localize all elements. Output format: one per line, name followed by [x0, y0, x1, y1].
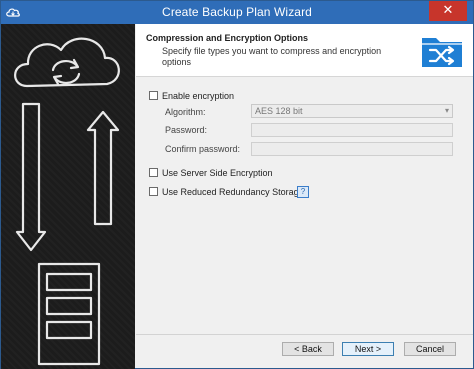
algorithm-label: Algorithm: [165, 107, 206, 117]
reduced-redundancy-row[interactable]: Use Reduced Redundancy Storage [149, 186, 304, 197]
close-button[interactable]: ✕ [429, 1, 467, 21]
back-button[interactable]: < Back [282, 342, 334, 356]
reduced-redundancy-checkbox[interactable] [149, 187, 158, 197]
password-label: Password: [165, 125, 208, 135]
enable-encryption-label: Enable encryption [162, 90, 235, 101]
window-title: Create Backup Plan Wizard [162, 5, 312, 19]
folder-shuffle-icon [422, 38, 462, 67]
page-title: Compression and Encryption Options [146, 33, 309, 43]
close-icon: ✕ [442, 3, 454, 18]
enable-encryption-row[interactable]: Enable encryption [149, 90, 234, 101]
confirm-password-label: Confirm password: [165, 144, 241, 154]
server-side-encryption-row[interactable]: Use Server Side Encryption [149, 167, 273, 178]
cancel-button[interactable]: Cancel [404, 342, 456, 356]
wizard-side-illustration [1, 24, 135, 369]
footer-divider [136, 334, 473, 335]
password-field[interactable] [251, 123, 453, 137]
algorithm-select[interactable]: AES 128 bit ▾ [251, 104, 453, 118]
help-icon[interactable]: ? [297, 186, 309, 198]
server-side-encryption-checkbox[interactable] [149, 168, 158, 178]
confirm-password-field[interactable] [251, 142, 453, 156]
next-button[interactable]: Next > [342, 342, 394, 356]
wizard-window: Create Backup Plan Wizard ✕ Compression … [0, 0, 474, 369]
title-bar[interactable]: Create Backup Plan Wizard ✕ [1, 1, 473, 24]
chevron-down-icon: ▾ [444, 106, 449, 115]
enable-encryption-checkbox[interactable] [149, 91, 158, 101]
algorithm-value: AES 128 bit [255, 106, 303, 116]
reduced-redundancy-label: Use Reduced Redundancy Storage [162, 186, 304, 197]
chalk-cloud-sync-illustration [14, 37, 120, 366]
wizard-header: Compression and Encryption Options Speci… [136, 24, 473, 77]
server-side-encryption-label: Use Server Side Encryption [162, 167, 273, 178]
page-description: Specify file types you want to compress … [162, 46, 382, 67]
